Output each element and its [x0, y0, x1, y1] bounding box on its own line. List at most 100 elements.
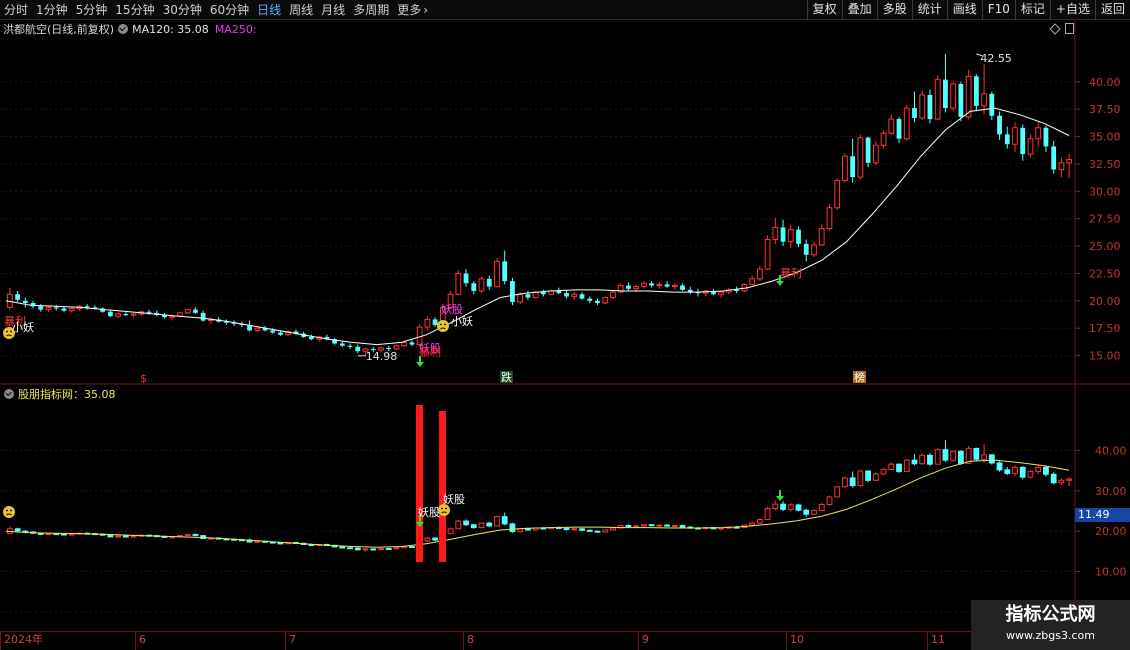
candle-body-up [834, 179, 841, 209]
candle-body-down [912, 108, 917, 118]
sub-candle-down [1004, 469, 1011, 474]
candle-body-down [734, 289, 740, 291]
sub-candle-up [378, 548, 384, 551]
candle-body-down [556, 290, 562, 294]
candle-body-down [595, 300, 600, 304]
signal-bar [416, 405, 423, 562]
diamond-icon[interactable] [1049, 23, 1061, 35]
candle-body-up [671, 284, 678, 288]
candle-body-down [193, 309, 198, 313]
candle-body-down [22, 300, 28, 304]
main-y-tick-label: 25.00 [1089, 240, 1121, 253]
date-label-jun: 6 [135, 632, 146, 650]
main-y-tick-label: 20.00 [1089, 295, 1121, 308]
smiley-icon [3, 506, 15, 518]
candle-body-up [888, 118, 895, 134]
candle-body-down [564, 293, 569, 297]
sub-candle-up [787, 504, 794, 510]
candle-body-down [1020, 127, 1026, 155]
smiley-icon [437, 320, 449, 332]
sub-candle-down [14, 528, 21, 532]
sub-candle-down [354, 547, 361, 551]
candle-body-up [393, 345, 400, 350]
dollar-marker: $ [140, 372, 147, 385]
sub-candle-down [1050, 473, 1057, 484]
candle-body-up [130, 313, 137, 316]
sub-candle-down [896, 463, 902, 472]
candle-body-up [424, 318, 431, 328]
sub-candle-down [107, 534, 114, 538]
high-price-label: 42.55 [980, 52, 1012, 65]
pane-window-controls [1049, 23, 1074, 35]
candle-body-down [989, 93, 995, 116]
candle-body-up [640, 282, 647, 288]
candle-body-up [756, 268, 763, 280]
candle-body-down [355, 346, 361, 352]
candle-body-down [997, 115, 1002, 135]
sub-candle-up [888, 463, 895, 470]
sub-candle-up [424, 537, 431, 542]
candle-body-up [857, 137, 864, 178]
candle-layer [5, 53, 1073, 356]
candle-body-down [123, 313, 129, 316]
candle-body-down [664, 284, 670, 287]
main-y-tick-label: 15.00 [1089, 350, 1121, 363]
sub-candle-down [795, 504, 802, 511]
sub-candle-down [501, 516, 508, 525]
restore-window-icon[interactable] [1065, 23, 1074, 34]
candle-body-down [339, 343, 345, 346]
candle-body-up [169, 315, 176, 318]
sub-candle-up [602, 529, 609, 533]
candle-body-up [184, 309, 191, 314]
sub-candle-up [857, 470, 864, 487]
signal-bar [439, 411, 446, 562]
sub-candle-up [362, 548, 369, 551]
candle-body-down [432, 319, 438, 325]
sub-y-tick-label: 20.00 [1095, 525, 1127, 538]
main-pane-header: 洪都航空(日线,前复权) MA120: 35.08 MA250: [0, 21, 257, 37]
sub-candle-down [942, 449, 949, 461]
sub-candle-down [192, 533, 199, 537]
candle-body-down [896, 119, 902, 139]
settings-circle-icon[interactable] [118, 24, 129, 34]
sub-candle-down [664, 524, 670, 527]
candle-body-down [680, 285, 685, 290]
candle-body-down [579, 294, 585, 299]
smiley-icon-eye [10, 509, 12, 512]
candle-body-up [880, 132, 887, 146]
kline-chart[interactable]: 40.00 37.50 35.00 32.50 30.00 27.50 25.00 22.50… [0, 0, 1130, 650]
y-axis-layer: 40.00 37.50 35.00 32.50 30.00 27.50 25.00 22.50… [1075, 76, 1127, 619]
date-label-jul: 7 [285, 632, 296, 650]
candle-body-down [587, 298, 593, 301]
signal-mid-top: 妖股 [441, 302, 463, 316]
candle-body-down [865, 137, 871, 163]
sub-candle-up [571, 528, 578, 531]
candle-body-down [510, 281, 515, 302]
sub-candle-up [45, 533, 52, 536]
candle-body-up [934, 79, 941, 120]
signal-right-name: 暴利 [780, 267, 802, 280]
sub-candle-up [184, 533, 191, 537]
candle-body-up [254, 327, 261, 331]
candle-body-down [803, 243, 809, 255]
candle-body-down [1051, 146, 1057, 170]
smiley-icon-eye [6, 330, 8, 333]
sub-candle-down [679, 525, 686, 528]
candle-body-up [872, 144, 879, 164]
candle-body-down [309, 336, 314, 340]
sub-settings-circle-icon[interactable] [4, 389, 14, 399]
sub-candle-down [988, 454, 995, 464]
candle-body-down [958, 83, 964, 117]
date-axis: 2024年 6 7 8 9 10 11 [0, 631, 1075, 650]
sub-signal-label2: 妖股 [443, 492, 465, 506]
sub-candle-up [455, 520, 462, 530]
candle-body-down [626, 285, 631, 289]
sub-candle-up [934, 449, 941, 465]
candle-body-down [540, 292, 546, 295]
smiley-icon-eye [444, 323, 446, 326]
candle-body-up [656, 283, 663, 286]
sub-candle-up [756, 518, 763, 524]
sub-candle-up [811, 510, 817, 515]
candle-body-down [38, 306, 44, 310]
sub-candle-up [1035, 466, 1042, 472]
